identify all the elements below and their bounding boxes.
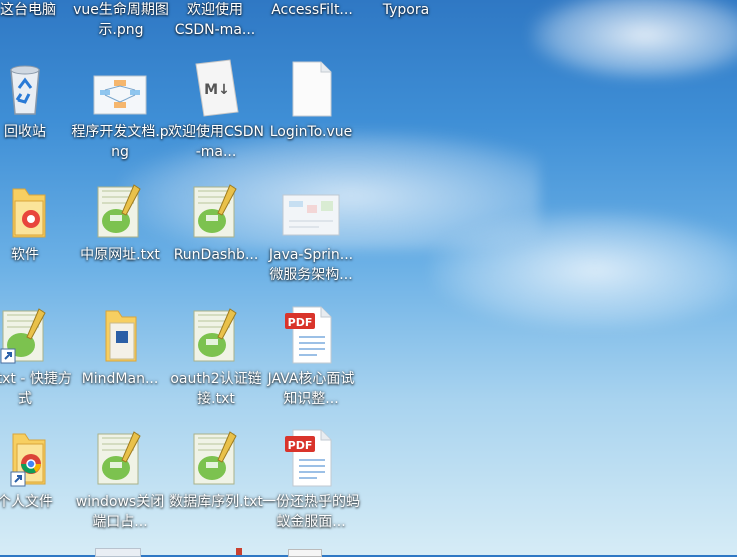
notepad-plus-shortcut-icon (0, 308, 46, 364)
image-file-icon (282, 194, 340, 236)
pdf-file-icon: PDF (285, 306, 332, 364)
desktop-item-label: windows关闭端口占... (75, 494, 165, 530)
desktop-item-label: 欢迎使用CSDN-ma... (168, 124, 264, 160)
desktop-item-label: 个人文件 (0, 494, 53, 510)
desktop-item-label: 软件 (11, 247, 39, 263)
notepad-plus-file-icon (97, 431, 141, 485)
desktop-item-label: Java-Sprin...微服务架构... (268, 247, 354, 283)
desktop-item-label: RunDashb... (173, 247, 259, 263)
notepad-plus-file-icon (193, 184, 237, 238)
notepad-plus-file-icon (193, 431, 237, 485)
folder-icon (12, 188, 46, 238)
markdown-file-icon: M↓ (195, 59, 239, 117)
markdown-badge: M↓ (204, 82, 230, 98)
desktop-item-label: LoginTo.vue (269, 124, 353, 140)
label-text: vue生命周期图示.png (73, 2, 169, 38)
desktop-item-label[interactable]: Typora (356, 0, 456, 20)
partial-icon[interactable] (236, 548, 242, 555)
recycle-bin-icon (10, 65, 40, 115)
desktop-item-label: MindMan... (81, 371, 159, 387)
desktop-item-label[interactable]: 欢迎使用CSDN-ma... (165, 0, 265, 40)
pdf-badge: PDF (288, 439, 313, 452)
desktop-item-label[interactable]: vue生命周期图示.png (66, 0, 176, 40)
desktop-item-label: JAVA核心面试知识整... (267, 371, 355, 407)
pdf-file-icon: PDF (285, 429, 332, 487)
blank-file-icon (292, 61, 332, 117)
notepad-plus-file-icon (97, 184, 141, 238)
desktop-item-label: 回收站 (4, 124, 46, 140)
desktop-item-label: 程序开发文档.png (71, 124, 169, 160)
partial-icon[interactable] (288, 549, 322, 557)
pdf-badge: PDF (288, 316, 313, 329)
folder-icon (105, 310, 137, 362)
desktop: 这台电脑 vue生命周期图示.png 欢迎使用CSDN-ma... Access… (0, 0, 737, 557)
chrome-folder-icon (10, 433, 46, 487)
desktop-item-label[interactable]: AccessFilt... (262, 0, 362, 20)
partial-icon[interactable] (95, 548, 141, 557)
desktop-item-label: 一份还热乎的蚂蚁金服面... (262, 494, 360, 530)
notepad-plus-file-icon (193, 308, 237, 362)
desktop-item-label: 号.txt - 快捷方式 (0, 371, 72, 407)
desktop-item-label: oauth2认证链接.txt (170, 371, 262, 407)
desktop-item-label: 数据库序列.txt (169, 494, 263, 510)
desktop-item-label: 中原网址.txt (80, 247, 160, 263)
image-file-icon (93, 75, 147, 115)
